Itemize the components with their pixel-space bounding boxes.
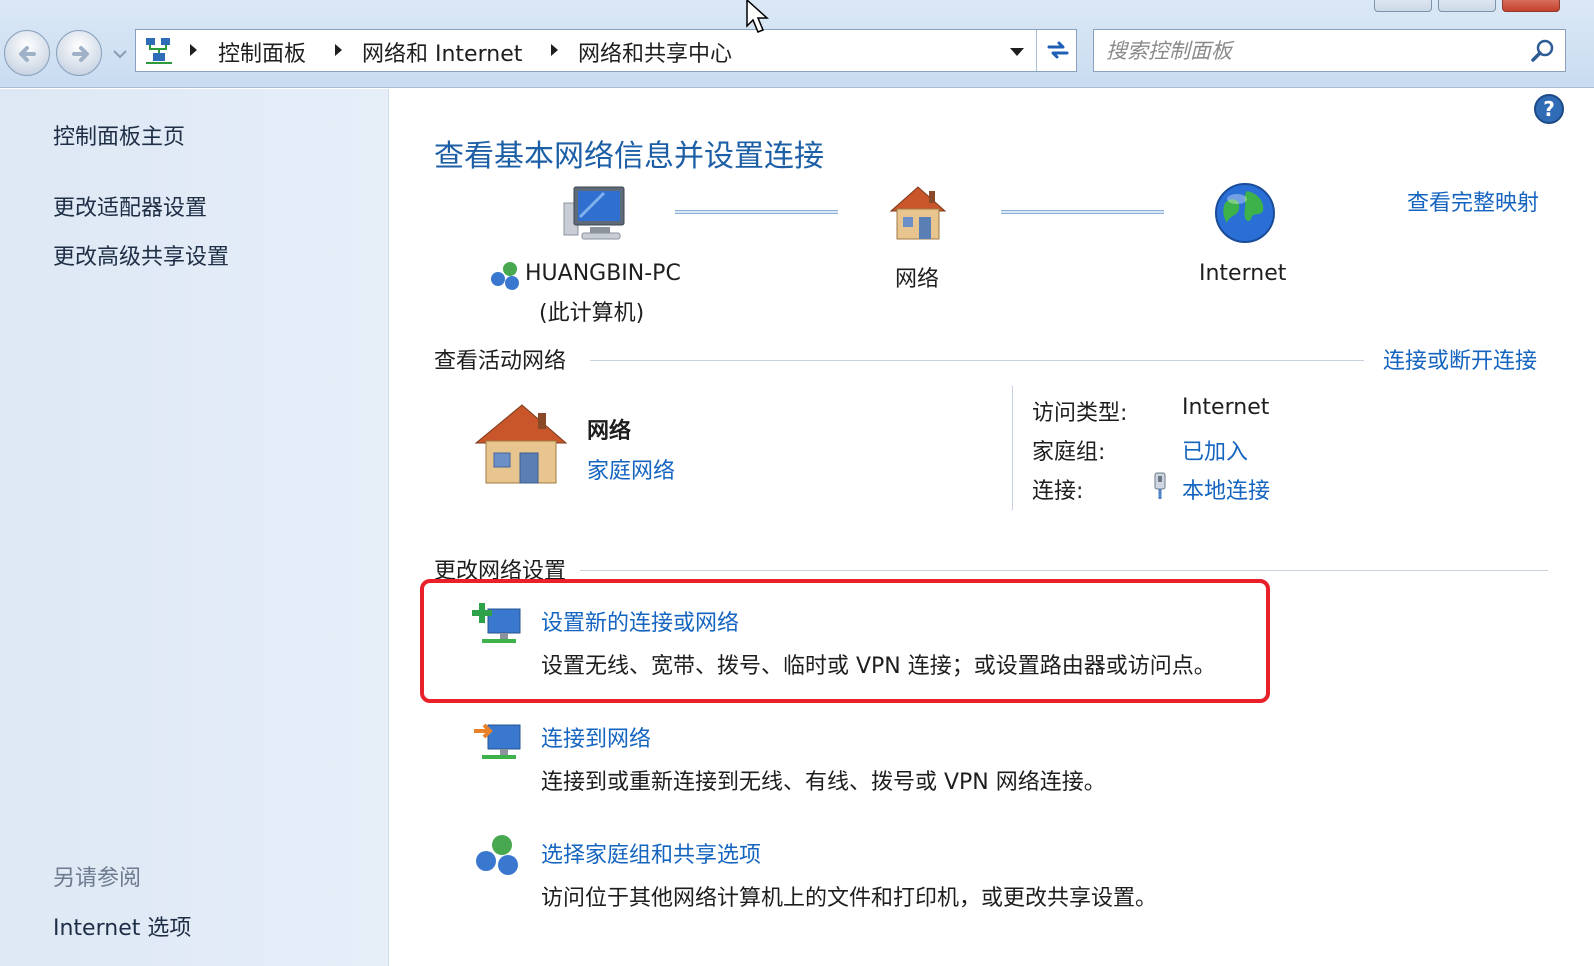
homegroup-joined-link[interactable]: 已加入 bbox=[1182, 434, 1248, 466]
access-type-label: 访问类型: bbox=[1032, 401, 1128, 426]
setup-new-connection-link[interactable]: 设置新的连接或网络 bbox=[541, 605, 739, 637]
homegroup-icon bbox=[476, 835, 518, 875]
new-connection-icon bbox=[472, 603, 521, 643]
active-networks-header: 查看活动网络 bbox=[434, 349, 567, 374]
setup-new-connection-desc: 设置无线、宽带、拨号、临时或 VPN 连接；或设置路由器或访问点。 bbox=[541, 654, 1216, 679]
divider bbox=[580, 570, 1548, 571]
see-full-map-link[interactable]: 查看完整映射 bbox=[1407, 185, 1539, 217]
homegroup-sharing-link[interactable]: 选择家庭组和共享选项 bbox=[541, 837, 761, 869]
page-title: 查看基本网络信息并设置连接 bbox=[434, 139, 824, 174]
breadcrumb-separator[interactable] bbox=[551, 44, 558, 56]
ethernet-plug-icon bbox=[1154, 472, 1166, 499]
refresh-button[interactable] bbox=[1036, 30, 1077, 71]
connect-network-icon bbox=[474, 723, 521, 759]
back-arrow-icon bbox=[19, 46, 36, 62]
computer-name-label: HUANGBIN-PC bbox=[525, 261, 681, 286]
sidebar: 控制面板主页 更改适配器设置 更改高级共享设置 另请参阅 Internet 选项 bbox=[0, 89, 389, 966]
computer-sub-label: (此计算机) bbox=[539, 301, 645, 326]
active-network-name: 网络 bbox=[587, 419, 632, 444]
close-button[interactable] bbox=[1502, 0, 1560, 12]
house-icon bbox=[889, 186, 947, 240]
see-also-header: 另请参阅 bbox=[53, 866, 142, 891]
refresh-icon bbox=[1047, 41, 1069, 59]
recent-pages-dropdown[interactable] bbox=[110, 44, 130, 64]
homegroup-sharing-desc: 访问位于其他网络计算机上的文件和打印机，或更改共享设置。 bbox=[541, 886, 1158, 911]
highlight-annotation bbox=[420, 579, 1270, 703]
maximize-button[interactable] bbox=[1438, 0, 1496, 12]
computer-icon bbox=[563, 186, 625, 240]
back-button[interactable] bbox=[4, 30, 50, 76]
search-input[interactable] bbox=[1106, 36, 1526, 66]
help-icon[interactable]: ? bbox=[1533, 93, 1565, 125]
homegroup-label: 家庭组: bbox=[1032, 440, 1106, 465]
sidebar-item-control-panel-home[interactable]: 控制面板主页 bbox=[53, 119, 185, 151]
forward-button[interactable] bbox=[56, 30, 102, 76]
forward-arrow-icon bbox=[72, 46, 89, 62]
network-label: 网络 bbox=[895, 267, 940, 292]
network-center-icon bbox=[146, 38, 172, 64]
sidebar-item-advanced-sharing-settings[interactable]: 更改高级共享设置 bbox=[53, 239, 229, 271]
connect-to-network-link[interactable]: 连接到网络 bbox=[541, 721, 651, 753]
main-content: ? 查看基本网络信息并设置连接 查看完整映射 HUANGBIN-PC (此计算机… bbox=[390, 89, 1594, 966]
local-connection-link[interactable]: 本地连接 bbox=[1182, 473, 1270, 505]
connections-label: 连接: bbox=[1032, 479, 1084, 504]
sidebar-item-internet-options[interactable]: Internet 选项 bbox=[53, 910, 191, 942]
minimize-button[interactable] bbox=[1374, 0, 1432, 12]
breadcrumb-network-internet[interactable]: 网络和 Internet bbox=[362, 36, 522, 68]
breadcrumb-network-sharing-center[interactable]: 网络和共享中心 bbox=[578, 36, 732, 68]
search-icon[interactable] bbox=[1530, 38, 1556, 64]
network-type-link[interactable]: 家庭网络 bbox=[587, 453, 675, 485]
access-type-value: Internet bbox=[1182, 395, 1270, 420]
map-link-line bbox=[675, 210, 838, 214]
globe-icon bbox=[1215, 183, 1275, 243]
svg-text:?: ? bbox=[1543, 97, 1555, 121]
homegroup-member-icon bbox=[491, 262, 519, 290]
connect-to-network-desc: 连接到或重新连接到无线、有线、拨号或 VPN 网络连接。 bbox=[541, 770, 1106, 795]
address-bar[interactable]: 控制面板 网络和 Internet 网络和共享中心 bbox=[135, 29, 1077, 72]
breadcrumb-separator[interactable] bbox=[190, 44, 197, 56]
connect-disconnect-link[interactable]: 连接或断开连接 bbox=[1383, 343, 1537, 375]
sidebar-item-change-adapter-settings[interactable]: 更改适配器设置 bbox=[53, 190, 207, 222]
home-network-icon bbox=[474, 404, 568, 484]
address-dropdown-button[interactable] bbox=[1002, 38, 1032, 64]
breadcrumb-separator[interactable] bbox=[335, 44, 342, 56]
divider bbox=[1012, 386, 1013, 510]
map-link-line bbox=[1001, 210, 1164, 214]
internet-label: Internet bbox=[1199, 261, 1287, 286]
address-toolbar: 控制面板 网络和 Internet 网络和共享中心 bbox=[0, 0, 1594, 88]
mouse-cursor-icon bbox=[746, 0, 769, 33]
chevron-down-icon bbox=[113, 50, 127, 59]
breadcrumb-control-panel[interactable]: 控制面板 bbox=[218, 36, 306, 68]
divider bbox=[590, 360, 1364, 361]
search-box[interactable] bbox=[1093, 29, 1566, 72]
